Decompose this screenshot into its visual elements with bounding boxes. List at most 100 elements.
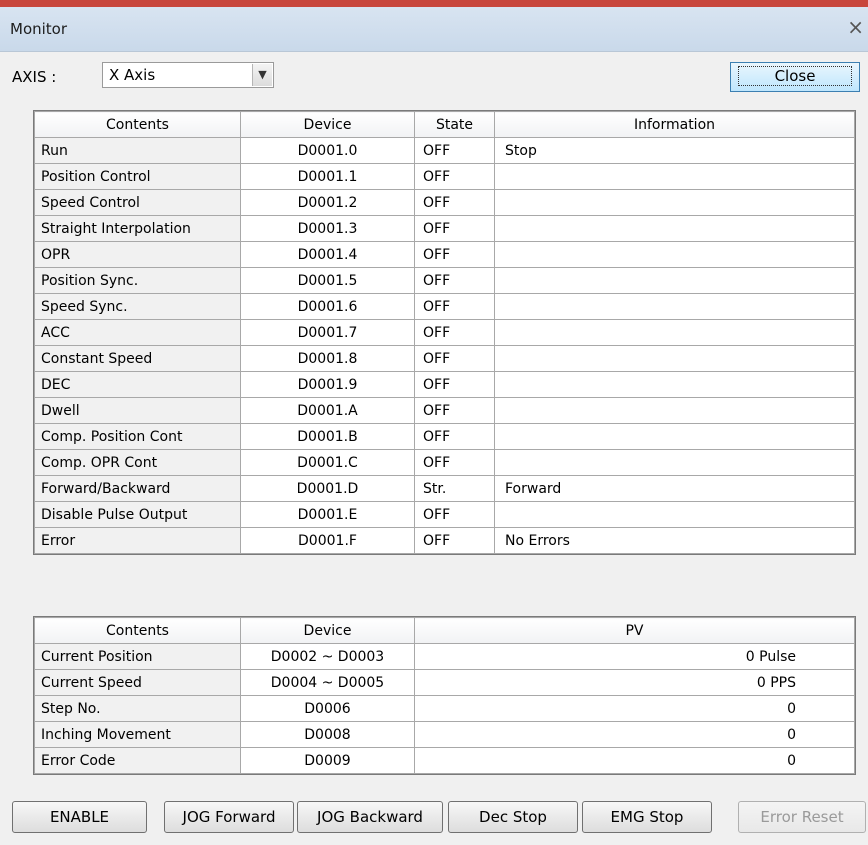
row-information [494,319,855,346]
row-information [494,215,855,242]
pv-table-header: Contents Device PV [34,617,855,644]
row-information [494,293,855,320]
axis-label: AXIS : [12,68,57,86]
close-button[interactable]: Close [730,62,860,92]
column-header-device: Device [240,111,415,138]
column-header-information: Information [494,111,855,138]
row-device: D0004 ~ D0005 [240,669,415,696]
row-state: OFF [414,345,495,372]
column-header-pv: PV [414,617,855,644]
row-contents: Error [34,527,241,554]
row-pv: 0 [414,695,855,722]
column-header-contents: Contents [34,617,241,644]
row-state: OFF [414,423,495,450]
emg-stop-button[interactable]: EMG Stop [582,801,712,833]
axis-selected-value: X Axis [109,66,156,84]
row-device: D0001.A [240,397,415,424]
row-device: D0001.1 [240,163,415,190]
axis-select[interactable]: X Axis ▼ [102,62,274,88]
row-device: D0001.D [240,475,415,502]
row-device: D0001.7 [240,319,415,346]
row-device: D0001.9 [240,371,415,398]
row-state: OFF [414,267,495,294]
row-contents: Step No. [34,695,241,722]
table-row: ACC D0001.7 OFF [34,319,855,346]
row-information [494,371,855,398]
table-row: Disable Pulse Output D0001.E OFF [34,501,855,528]
chevron-down-icon[interactable]: ▼ [252,64,272,86]
table-row: Run D0001.0 OFF Stop [34,137,855,164]
row-contents: Position Control [34,163,241,190]
row-state: OFF [414,241,495,268]
row-device: D0001.E [240,501,415,528]
row-information [494,423,855,450]
row-state: Str. [414,475,495,502]
row-device: D0008 [240,721,415,748]
table-row: Current Speed D0004 ~ D0005 0 PPS [34,669,855,696]
row-state: OFF [414,501,495,528]
pv-table: Contents Device PV Current Position D0002… [33,616,856,775]
close-icon[interactable]: × [847,16,864,38]
window-title: Monitor [10,20,68,38]
jog-forward-button[interactable]: JOG Forward [164,801,294,833]
row-device: D0001.C [240,449,415,476]
table-row: Forward/Backward D0001.D Str. Forward [34,475,855,502]
table-row: Straight Interpolation D0001.3 OFF [34,215,855,242]
row-information [494,189,855,216]
jog-backward-button[interactable]: JOG Backward [297,801,443,833]
row-state: OFF [414,449,495,476]
row-device: D0001.F [240,527,415,554]
table-row: Position Control D0001.1 OFF [34,163,855,190]
row-contents: Dwell [34,397,241,424]
table-row: Current Position D0002 ~ D0003 0 Pulse [34,643,855,670]
table-row: Dwell D0001.A OFF [34,397,855,424]
table-row: Inching Movement D0008 0 [34,721,855,748]
row-state: OFF [414,189,495,216]
status-table-header: Contents Device State Information [34,111,855,138]
row-contents: Error Code [34,747,241,774]
enable-button[interactable]: ENABLE [12,801,147,833]
row-contents: OPR [34,241,241,268]
row-contents: Current Position [34,643,241,670]
row-state: OFF [414,397,495,424]
row-information [494,163,855,190]
row-contents: Inching Movement [34,721,241,748]
row-state: OFF [414,215,495,242]
title-bar: Monitor × [0,7,868,52]
table-row: Step No. D0006 0 [34,695,855,722]
dec-stop-button[interactable]: Dec Stop [448,801,578,833]
row-device: D0009 [240,747,415,774]
table-row: Error D0001.F OFF No Errors [34,527,855,554]
row-contents: Constant Speed [34,345,241,372]
row-contents: Disable Pulse Output [34,501,241,528]
window-top-border [0,0,868,7]
row-device: D0001.2 [240,189,415,216]
error-reset-button: Error Reset [738,801,866,833]
row-contents: DEC [34,371,241,398]
row-information: Stop [494,137,855,164]
table-row: Speed Control D0001.2 OFF [34,189,855,216]
table-row: DEC D0001.9 OFF [34,371,855,398]
row-contents: ACC [34,319,241,346]
table-row: Error Code D0009 0 [34,747,855,774]
row-contents: Comp. OPR Cont [34,449,241,476]
row-device: D0001.5 [240,267,415,294]
row-state: OFF [414,293,495,320]
close-button-label: Close [737,66,853,86]
row-information [494,501,855,528]
table-row: OPR D0001.4 OFF [34,241,855,268]
row-pv: 0 [414,747,855,774]
row-information: No Errors [494,527,855,554]
row-information [494,345,855,372]
table-row: Comp. OPR Cont D0001.C OFF [34,449,855,476]
row-contents: Straight Interpolation [34,215,241,242]
row-information [494,449,855,476]
row-contents: Speed Control [34,189,241,216]
table-row: Constant Speed D0001.8 OFF [34,345,855,372]
row-device: D0001.0 [240,137,415,164]
row-information: Forward [494,475,855,502]
row-contents: Comp. Position Cont [34,423,241,450]
row-device: D0001.3 [240,215,415,242]
row-device: D0002 ~ D0003 [240,643,415,670]
status-table: Contents Device State Information Run D00… [33,110,856,555]
